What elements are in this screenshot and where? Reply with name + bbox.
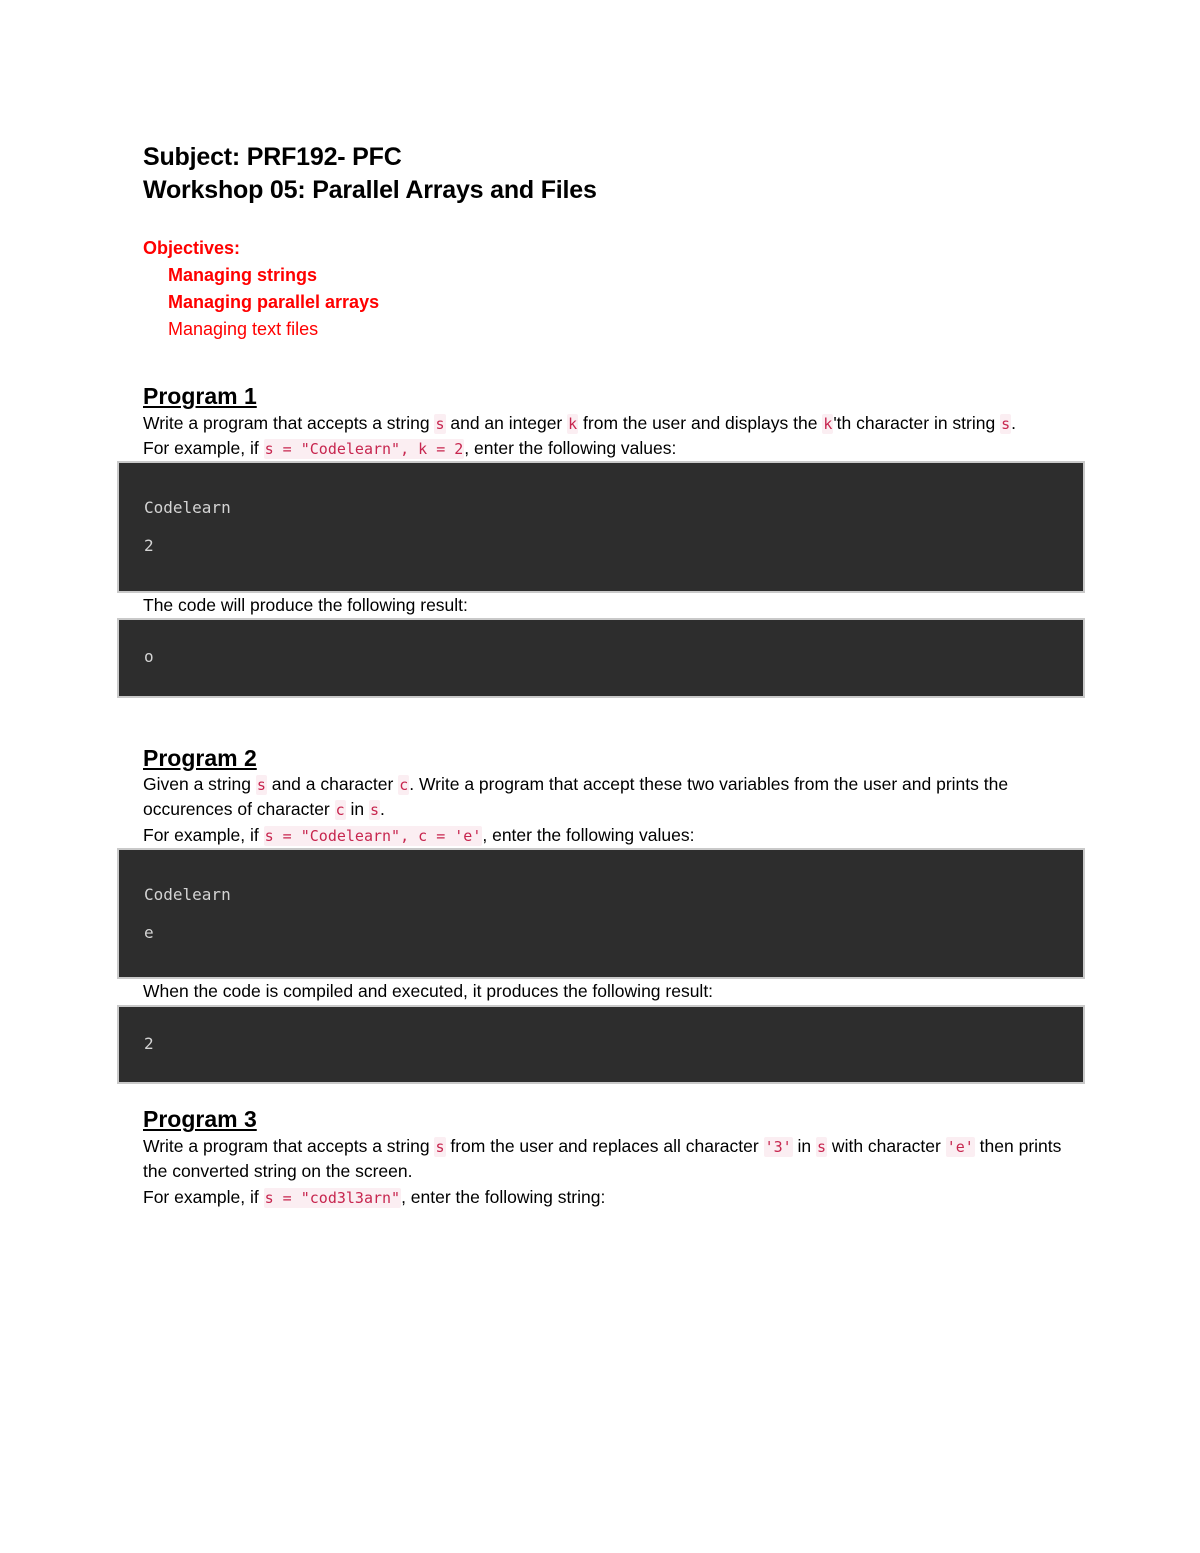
program-1-output-code-block: o [117, 617, 1085, 698]
p1-text-e: . [1011, 412, 1016, 433]
objective-item-1: Managing parallel arrays [168, 292, 380, 312]
p3-text-d: with character [827, 1135, 946, 1156]
objective-item-0: Managing strings [168, 265, 318, 285]
p1-text-d: 'th character in string [833, 412, 1001, 433]
p2-code-s2: s [369, 800, 381, 821]
objective-item-2: Managing text files [168, 319, 319, 339]
program-1-description: Write a program that accepts a string s … [143, 411, 1085, 436]
program-1-result-label: The code will produce the following resu… [143, 594, 468, 615]
p3-text-b: from the user and replaces all character [445, 1135, 764, 1156]
p1-ex-text-a: For example, if [143, 437, 264, 458]
program-2-example-line: For example, if s = "Codelearn", c = 'e'… [143, 823, 1085, 848]
program-1-input-code-block: Codelearn 2 [117, 461, 1085, 593]
document-page: Subject: PRF192- PFC Workshop 05: Parall… [0, 0, 1200, 1553]
p2-ex-code: s = "Codelearn", c = 'e' [263, 825, 483, 846]
p3-code-three: '3' [763, 1136, 793, 1157]
p2-text-d: in [345, 799, 370, 820]
program-2-output-code-block: 2 [117, 1004, 1085, 1085]
p3-code-s2: s [816, 1136, 828, 1157]
p2-code-s: s [255, 775, 267, 796]
program-2-heading: Program 2 [143, 744, 257, 771]
program-2-description: Given a string s and a character c. Writ… [143, 772, 1085, 823]
p1-ex-code: s = "Codelearn", k = 2 [263, 438, 465, 459]
p1-text-c: from the user and displays the [578, 412, 823, 433]
content-column: Subject: PRF192- PFC Workshop 05: Parall… [117, 0, 1085, 1210]
p2-text-b: and a character [266, 774, 399, 795]
p3-code-e: 'e' [945, 1136, 975, 1157]
p3-code-s: s [434, 1136, 446, 1157]
document-header: Subject: PRF192- PFC Workshop 05: Parall… [143, 0, 1085, 207]
p3-ex-text-a: For example, if [143, 1186, 264, 1207]
p2-text-e: . [380, 799, 385, 820]
program-1-heading: Program 1 [143, 383, 257, 409]
subject-line: Subject: PRF192- PFC [143, 143, 402, 171]
p1-text-a: Write a program that accepts a string [143, 412, 435, 433]
p2-code-c: c [398, 775, 410, 796]
p1-code-k2: k [822, 413, 834, 434]
program-2-input-code-block: Codelearn e [117, 848, 1085, 980]
p3-ex-code: s = "cod3l3arn" [263, 1187, 402, 1208]
objectives-section: Objectives: Managing strings Managing pa… [143, 235, 1085, 343]
p3-text-a: Write a program that accepts a string [143, 1135, 435, 1156]
p1-code-s2: s [1000, 413, 1012, 434]
p1-code-s: s [434, 413, 446, 434]
objectives-heading: Objectives: [143, 238, 241, 258]
p2-code-c2: c [334, 800, 346, 821]
program-1-example-line: For example, if s = "Codelearn", k = 2, … [143, 436, 1085, 461]
p1-code-k: k [567, 413, 579, 434]
p2-ex-text-b: , enter the following values: [482, 824, 695, 845]
p1-ex-text-b: , enter the following values: [464, 437, 677, 458]
program-3-description: Write a program that accepts a string s … [143, 1134, 1085, 1185]
p2-text-a: Given a string [143, 774, 256, 795]
p1-text-b: and an integer [445, 412, 568, 433]
workshop-line: Workshop 05: Parallel Arrays and Files [143, 176, 597, 204]
program-2-result-label: When the code is compiled and executed, … [143, 981, 714, 1002]
p2-ex-text-a: For example, if [143, 824, 264, 845]
program-3-heading: Program 3 [143, 1106, 257, 1133]
p3-text-c: in [792, 1135, 817, 1156]
program-3-example-line: For example, if s = "cod3l3arn", enter t… [143, 1185, 1085, 1210]
p3-ex-text-b: , enter the following string: [401, 1186, 606, 1207]
